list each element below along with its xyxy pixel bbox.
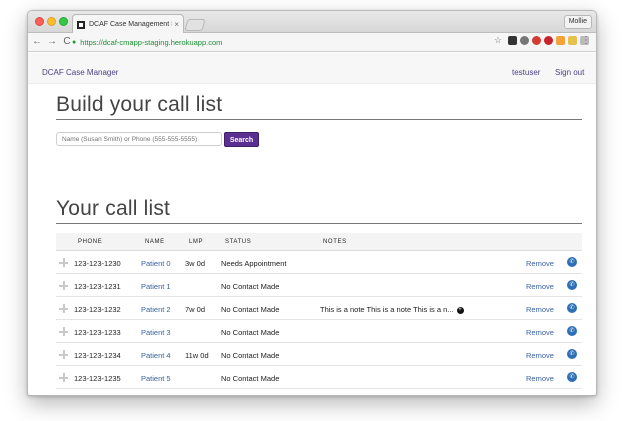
table-row: 123-123-1232 Patient 2 7w 0d No Contact … <box>56 298 582 320</box>
row-notes-cell: This is a note This is a note This is a … <box>320 305 464 314</box>
remove-link[interactable]: Remove <box>526 374 554 383</box>
opera-extension-icon[interactable] <box>532 36 541 45</box>
search-input[interactable] <box>56 132 222 146</box>
drag-handle-icon[interactable] <box>59 327 68 336</box>
divider <box>56 119 582 120</box>
pocket-extension-icon[interactable] <box>508 36 517 45</box>
col-name: NAME <box>145 239 165 245</box>
remove-link[interactable]: Remove <box>526 328 554 337</box>
tab-close-icon[interactable]: × <box>174 20 179 29</box>
row-lmp: 3w 0d <box>185 259 206 268</box>
row-lmp: 11w 0d <box>185 351 209 360</box>
profile-button[interactable]: Mollie <box>563 15 592 29</box>
patient-link[interactable]: Patient 4 <box>141 351 171 360</box>
plus-circle-icon[interactable]: + <box>456 306 464 314</box>
rss-extension-icon[interactable] <box>556 36 565 45</box>
minimize-window-button[interactable] <box>47 17 56 26</box>
divider <box>56 223 582 224</box>
phone-icon[interactable]: ✆ <box>567 372 577 382</box>
table-row: 123-123-1230 Patient 0 3w 0d Needs Appoi… <box>56 252 582 274</box>
phone-icon[interactable]: ✆ <box>567 349 577 359</box>
build-call-list-heading: Build your call list <box>56 93 223 116</box>
tab-title: DCAF Case Management Syst <box>89 21 172 28</box>
row-status: No Contact Made <box>221 374 280 383</box>
lock-icon: ● <box>72 38 77 46</box>
call-list-heading: Your call list <box>56 197 171 220</box>
drag-handle-icon[interactable] <box>59 373 68 382</box>
patient-link[interactable]: Patient 3 <box>141 328 171 337</box>
row-phone: 123-123-1235 <box>74 374 121 383</box>
table-row: 123-123-1235 Patient 5 No Contact Made R… <box>56 367 582 389</box>
phone-icon[interactable]: ✆ <box>567 257 577 267</box>
row-phone: 123-123-1232 <box>74 305 121 314</box>
patient-link[interactable]: Patient 2 <box>141 305 171 314</box>
col-phone: PHONE <box>78 239 103 245</box>
sign-out-link[interactable]: Sign out <box>555 68 584 77</box>
browser-window: DCAF Case Management Syst × Mollie ← → C… <box>27 10 597 396</box>
brand-link[interactable]: DCAF Case Manager <box>42 68 118 77</box>
table-row: 123-123-1231 Patient 1 No Contact Made R… <box>56 275 582 297</box>
forward-arrow-icon[interactable]: → <box>46 36 58 48</box>
remove-link[interactable]: Remove <box>526 351 554 360</box>
shield-extension-icon[interactable] <box>520 36 529 45</box>
phone-icon[interactable]: ✆ <box>567 280 577 290</box>
remove-link[interactable]: Remove <box>526 259 554 268</box>
folder-extension-icon[interactable] <box>568 36 577 45</box>
patient-link[interactable]: Patient 5 <box>141 374 171 383</box>
browser-menu-icon[interactable]: ⋮ <box>581 35 591 47</box>
row-status: No Contact Made <box>221 351 280 360</box>
back-arrow-icon[interactable]: ← <box>31 36 43 48</box>
row-notes: This is a note This is a note This is a … <box>320 305 454 314</box>
row-status: No Contact Made <box>221 282 280 291</box>
address-bar[interactable]: ● https://dcaf-cmapp-staging.herokuapp.c… <box>72 35 502 49</box>
drag-handle-icon[interactable] <box>59 258 68 267</box>
remove-link[interactable]: Remove <box>526 305 554 314</box>
drag-handle-icon[interactable] <box>59 304 68 313</box>
search-button[interactable]: Search <box>224 132 259 147</box>
user-link[interactable]: testuser <box>512 68 540 77</box>
row-status: No Contact Made <box>221 305 280 314</box>
extension-icons <box>508 36 589 45</box>
browser-tab[interactable]: DCAF Case Management Syst × <box>72 14 184 34</box>
col-notes: NOTES <box>323 239 347 245</box>
row-status: Needs Appointment <box>221 259 287 268</box>
row-phone: 123-123-1233 <box>74 328 121 337</box>
maximize-window-button[interactable] <box>59 17 68 26</box>
row-lmp: 7w 0d <box>185 305 206 314</box>
col-status: STATUS <box>225 239 252 245</box>
new-tab-button[interactable] <box>184 19 206 31</box>
phone-icon[interactable]: ✆ <box>567 326 577 336</box>
table-row: 123-123-1234 Patient 4 11w 0d No Contact… <box>56 344 582 366</box>
remove-link[interactable]: Remove <box>526 282 554 291</box>
favicon-icon <box>77 20 85 29</box>
phone-icon[interactable]: ✆ <box>567 303 577 313</box>
drag-handle-icon[interactable] <box>59 281 68 290</box>
app-navbar: DCAF Case Manager testuser Sign out <box>28 53 596 84</box>
tab-bar: DCAF Case Management Syst × Mollie <box>28 11 596 34</box>
row-phone: 123-123-1234 <box>74 351 121 360</box>
table-header: PHONE NAME LMP STATUS NOTES <box>56 233 582 251</box>
patient-link[interactable]: Patient 1 <box>141 282 171 291</box>
col-lmp: LMP <box>189 239 204 245</box>
row-status: No Contact Made <box>221 328 280 337</box>
close-window-button[interactable] <box>35 17 44 26</box>
row-phone: 123-123-1231 <box>74 282 121 291</box>
browser-toolbar: ← → C ● https://dcaf-cmapp-staging.herok… <box>28 33 596 52</box>
bookmark-star-icon[interactable]: ☆ <box>494 35 502 46</box>
row-phone: 123-123-1230 <box>74 259 121 268</box>
patient-link[interactable]: Patient 0 <box>141 259 171 268</box>
url-text[interactable]: https://dcaf-cmapp-staging.herokuapp.com <box>80 38 222 47</box>
pinterest-extension-icon[interactable] <box>544 36 553 45</box>
drag-handle-icon[interactable] <box>59 350 68 359</box>
table-row: 123-123-1233 Patient 3 No Contact Made R… <box>56 321 582 343</box>
